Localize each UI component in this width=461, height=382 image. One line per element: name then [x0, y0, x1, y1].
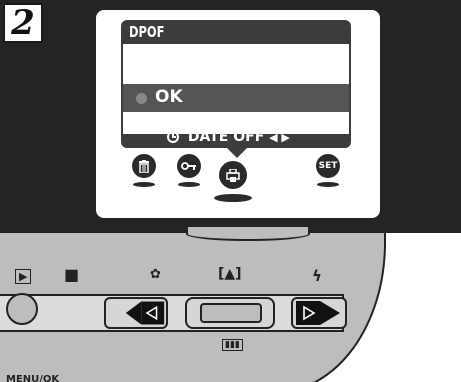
- multi-icon: ▮▮▮: [222, 339, 243, 351]
- date-label: DATE: [187, 129, 229, 145]
- camera-mode-icon[interactable]: ■: [64, 265, 79, 284]
- selection-dot-icon: [136, 93, 147, 104]
- menu-title: DPOF: [129, 23, 165, 41]
- camera-slot: [186, 227, 310, 241]
- left-arrow-icon: [125, 301, 165, 325]
- key-icon-glyph: [181, 162, 196, 170]
- trash-icon[interactable]: [132, 154, 156, 178]
- icon-shadow: [178, 182, 200, 187]
- menu-option-ok[interactable]: OK: [123, 84, 349, 112]
- menu-body: OK: [123, 44, 349, 134]
- date-setting[interactable]: DATE OFF ◀ ▶: [167, 129, 290, 145]
- set-icon-label: SET: [318, 161, 338, 171]
- camera-back-illustration: ▶ ■ ✿ [▲] ϟ ▮▮▮ MENU/OK: [0, 227, 461, 382]
- date-value: OFF: [233, 129, 265, 145]
- trash-icon-glyph: [139, 159, 149, 173]
- step-badge: 2: [3, 3, 43, 43]
- print-glyph: [226, 168, 240, 182]
- icon-shadow: [133, 182, 155, 187]
- protect-key-icon[interactable]: [177, 154, 201, 178]
- icon-shadow: [317, 182, 339, 187]
- print-order-icon[interactable]: [217, 159, 249, 191]
- menu-option-label: OK: [155, 87, 183, 107]
- clock-icon: [167, 131, 179, 143]
- center-button[interactable]: [200, 303, 262, 323]
- left-right-arrows-icon: ◀ ▶: [269, 131, 290, 144]
- left-arrow-button[interactable]: [124, 299, 168, 327]
- set-icon[interactable]: SET: [316, 154, 340, 178]
- step-number: 2: [11, 3, 35, 43]
- playback-mode-icon[interactable]: ▶: [15, 269, 32, 284]
- lcd-illustration-panel: 2 DPOF OK DATE OFF ◀ ▶ SET: [0, 0, 461, 231]
- dpof-menu: DPOF OK DATE OFF ◀ ▶: [121, 20, 351, 148]
- flash-icon: ϟ: [312, 267, 322, 285]
- instruction-page: 2 DPOF OK DATE OFF ◀ ▶ SET ▶ ■ ✿ [▲] ϟ ▮…: [0, 0, 461, 382]
- macro-icon: ✿: [150, 267, 161, 282]
- menu-pointer: [226, 147, 248, 158]
- display-icon: [▲]: [218, 266, 242, 282]
- menu-ok-label: MENU/OK: [6, 374, 60, 382]
- right-arrow-button[interactable]: [292, 299, 342, 327]
- icon-shadow: [214, 194, 252, 202]
- menu-footer: DATE OFF ◀ ▶: [121, 129, 351, 148]
- ok-button-circle[interactable]: [6, 293, 38, 325]
- right-arrow-icon: [296, 301, 340, 325]
